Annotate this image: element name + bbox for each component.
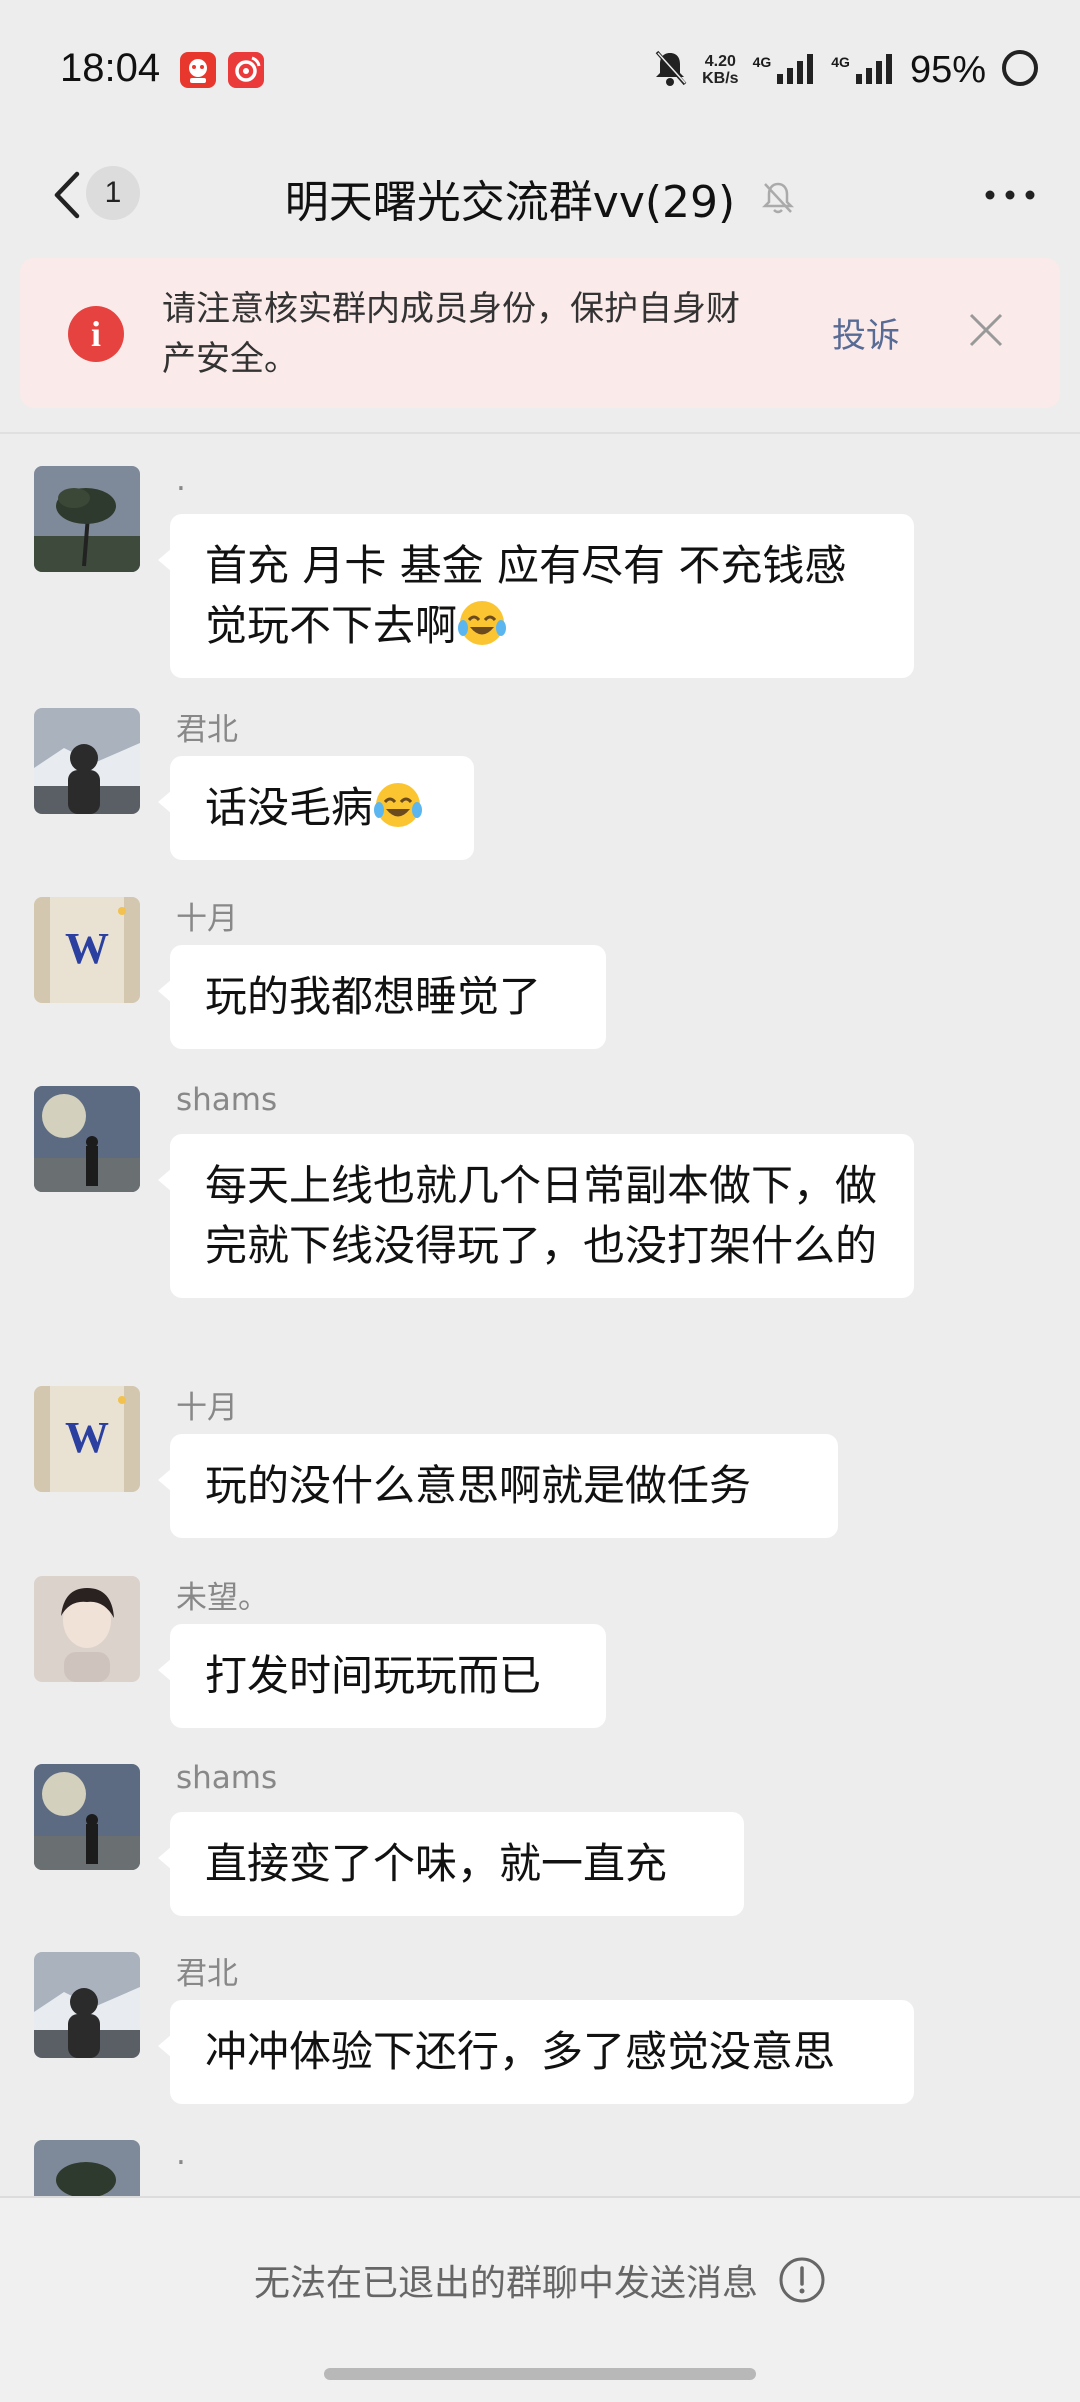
app-notification-icon xyxy=(180,52,216,88)
message-bubble[interactable]: 打发时间玩玩而已 xyxy=(158,1624,606,1728)
message-text: 玩的我都想睡觉了 xyxy=(205,972,542,1021)
home-indicator[interactable] xyxy=(324,2368,756,2380)
muted-bell-icon xyxy=(762,182,795,214)
message-bubble[interactable]: 冲冲体验下还行，多了感觉没意思 xyxy=(158,2000,914,2104)
signal-icon-2 xyxy=(855,52,896,88)
laughing-crying-emoji-icon xyxy=(374,783,423,827)
message-text: 话没毛病 xyxy=(205,783,374,832)
sender-name: shams xyxy=(176,1082,278,1118)
signal-icon-1 xyxy=(777,52,817,88)
close-banner-button[interactable] xyxy=(954,298,1018,362)
avatar[interactable]: W xyxy=(34,1386,140,1492)
chat-title-container: 明天曙光交流群vv(29) xyxy=(0,166,1080,230)
avatar[interactable] xyxy=(34,1952,140,2058)
sender-name: 十月 xyxy=(176,901,238,937)
battery-percentage: 95% xyxy=(909,48,986,91)
warning-text: 请注意核实群内成员身份，保护自身财产安全。 xyxy=(162,289,740,379)
network-type-2: 4G xyxy=(831,54,850,70)
status-bar: 18:04 4.20 KB/s 4G 4G 95% xyxy=(0,0,1080,140)
message-bubble[interactable]: 首充 月卡 基金 应有尽有 不充钱感觉玩不下去啊 xyxy=(158,514,914,678)
message-bubble[interactable]: 直接变了个味，就一直充 xyxy=(158,1812,744,1916)
svg-text:W: W xyxy=(65,1413,109,1462)
message-text: 打发时间玩玩而已 xyxy=(205,1651,542,1700)
close-icon xyxy=(969,313,1003,347)
mute-bell-icon xyxy=(652,49,688,91)
sender-name: . xyxy=(176,462,186,498)
avatar[interactable] xyxy=(34,466,140,572)
weibo-notification-icon xyxy=(228,52,264,88)
security-warning-banner: i 请注意核实群内成员身份，保护自身财产安全。 投诉 xyxy=(20,258,1060,408)
speed-unit: KB/s xyxy=(702,70,739,87)
avatar[interactable] xyxy=(34,1764,140,1870)
avatar[interactable]: W xyxy=(34,897,140,1003)
message-text: 直接变了个味，就一直充 xyxy=(205,1839,668,1888)
status-time: 18:04 xyxy=(60,46,161,90)
avatar[interactable] xyxy=(34,1086,140,1192)
message-bubble[interactable]: 玩的我都想睡觉了 xyxy=(158,945,606,1049)
more-options-button[interactable] xyxy=(980,170,1040,220)
laughing-crying-emoji-icon xyxy=(458,601,507,645)
warning-info-icon: i xyxy=(68,306,124,362)
battery-ring-icon xyxy=(1000,48,1040,92)
sender-name: . xyxy=(176,2136,186,2172)
network-speed: 4.20 KB/s xyxy=(702,53,738,87)
svg-text:W: W xyxy=(65,924,109,973)
message-bubble[interactable]: 话没毛病 xyxy=(158,756,474,860)
message-text: 冲冲体验下还行，多了感觉没意思 xyxy=(205,2027,836,2076)
network-type-1: 4G xyxy=(752,54,772,70)
sender-name: 未望。 xyxy=(176,1580,269,1616)
more-dots-icon xyxy=(985,190,1035,200)
exclamation-circle-icon[interactable] xyxy=(778,2256,826,2304)
speed-value: 4.20 xyxy=(704,53,736,70)
chat-header: 1 明天曙光交流群vv(29) xyxy=(0,140,1080,250)
message-text: 首充 月卡 基金 应有尽有 不充钱感觉玩不下去啊 xyxy=(205,541,847,650)
avatar[interactable] xyxy=(34,1576,140,1682)
message-bubble[interactable]: 玩的没什么意思啊就是做任务 xyxy=(158,1434,838,1538)
chat-title[interactable]: 明天曙光交流群vv(29) xyxy=(285,166,735,230)
sender-name: shams xyxy=(176,1760,278,1796)
message-text: 玩的没什么意思啊就是做任务 xyxy=(205,1461,752,1510)
avatar[interactable] xyxy=(34,708,140,814)
sender-name: 十月 xyxy=(176,1390,238,1426)
message-text: 每天上线也就几个日常副本做下，做完就下线没得玩了，也没打架什么的 xyxy=(205,1161,878,1270)
cannot-send-notice: 无法在已退出的群聊中发送消息 xyxy=(253,2263,758,2304)
report-link[interactable]: 投诉 xyxy=(832,308,900,357)
input-disabled-footer: 无法在已退出的群聊中发送消息 xyxy=(0,2196,1080,2402)
sender-name: 君北 xyxy=(176,712,238,748)
banner-divider xyxy=(0,432,1080,434)
sender-name: 君北 xyxy=(176,1956,238,1992)
message-bubble[interactable]: 每天上线也就几个日常副本做下，做完就下线没得玩了，也没打架什么的 xyxy=(158,1134,914,1298)
